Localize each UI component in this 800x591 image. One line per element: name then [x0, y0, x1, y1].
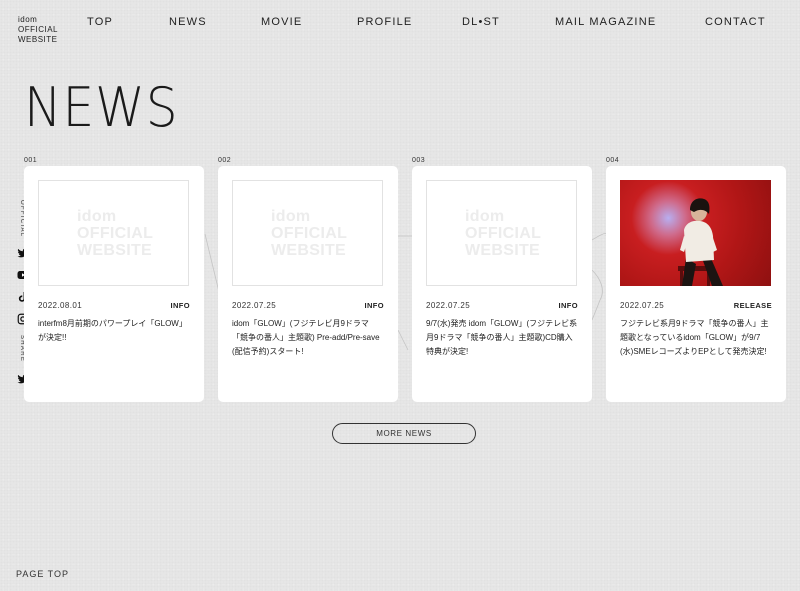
placeholder-line-2: OFFICIAL: [77, 225, 154, 242]
nav-mail-magazine[interactable]: MAIL MAGAZINE: [555, 16, 656, 28]
news-date: 2022.07.25: [620, 301, 665, 310]
news-thumbnail-placeholder: idom OFFICIAL WEBSITE: [232, 180, 383, 286]
news-date: 2022.08.01: [38, 301, 83, 310]
placeholder-line-1: idom: [77, 208, 117, 225]
news-thumbnail-placeholder: idom OFFICIAL WEBSITE: [426, 180, 577, 286]
placeholder-logo: idom OFFICIAL WEBSITE: [77, 208, 153, 259]
news-card[interactable]: idom OFFICIAL WEBSITE 2022.07.25 INFO 9/…: [412, 166, 592, 402]
placeholder-line-2: OFFICIAL: [465, 225, 542, 242]
news-card[interactable]: idom OFFICIAL WEBSITE 2022.07.25 INFO id…: [218, 166, 398, 402]
news-date: 2022.07.25: [232, 301, 277, 310]
news-title: 9/7(水)発売 idom「GLOW」(フジテレビ系月9ドラマ「競争の番人」主題…: [426, 319, 578, 356]
news-category: INFO: [170, 301, 190, 310]
placeholder-logo: idom OFFICIAL WEBSITE: [271, 208, 347, 259]
card-number: 001: [24, 157, 38, 164]
card-number: 003: [412, 157, 426, 164]
news-title: idom「GLOW」(フジテレビ月9ドラマ「競争の番人」主題歌) Pre-add…: [232, 319, 380, 356]
nav-dl-st[interactable]: DL•ST: [462, 16, 500, 28]
more-news-button[interactable]: MORE NEWS: [332, 423, 476, 444]
news-category: INFO: [364, 301, 384, 310]
placeholder-logo: idom OFFICIAL WEBSITE: [465, 208, 541, 259]
news-card[interactable]: 2022.07.25 RELEASE フジテレビ系月9ドラマ「競争の番人」主題歌…: [606, 166, 786, 402]
placeholder-line-3: WEBSITE: [465, 242, 540, 259]
news-category: INFO: [558, 301, 578, 310]
placeholder-line-1: idom: [271, 208, 311, 225]
nav-top[interactable]: TOP: [87, 16, 113, 28]
news-title: interfm8月前期のパワープレイ「GLOW」が決定!!: [38, 319, 187, 342]
news-title: フジテレビ系月9ドラマ「競争の番人」主題歌となっているidom「GLOW」が9/…: [620, 319, 769, 356]
artist-figure: [678, 198, 723, 286]
news-thumbnail-placeholder: idom OFFICIAL WEBSITE: [38, 180, 189, 286]
card-number: 002: [218, 157, 232, 164]
nav-profile[interactable]: PROFILE: [357, 16, 412, 28]
news-category: RELEASE: [733, 301, 772, 310]
nav-contact[interactable]: CONTACT: [705, 16, 766, 28]
card-number: 004: [606, 157, 620, 164]
nav-news[interactable]: NEWS: [169, 16, 207, 28]
page-title: NEWS: [24, 76, 179, 139]
placeholder-line-3: WEBSITE: [271, 242, 346, 259]
nav-movie[interactable]: MOVIE: [261, 16, 302, 28]
page-top-link[interactable]: PAGE TOP: [16, 569, 69, 579]
news-card[interactable]: idom OFFICIAL WEBSITE 2022.08.01 INFO in…: [24, 166, 204, 402]
placeholder-line-3: WEBSITE: [77, 242, 152, 259]
global-nav: TOP NEWS MOVIE PROFILE DL•ST MAIL MAGAZI…: [0, 16, 800, 30]
placeholder-line-1: idom: [465, 208, 505, 225]
news-photo: [620, 180, 771, 286]
news-date: 2022.07.25: [426, 301, 471, 310]
placeholder-line-2: OFFICIAL: [271, 225, 348, 242]
logo-line-3: WEBSITE: [18, 35, 58, 44]
